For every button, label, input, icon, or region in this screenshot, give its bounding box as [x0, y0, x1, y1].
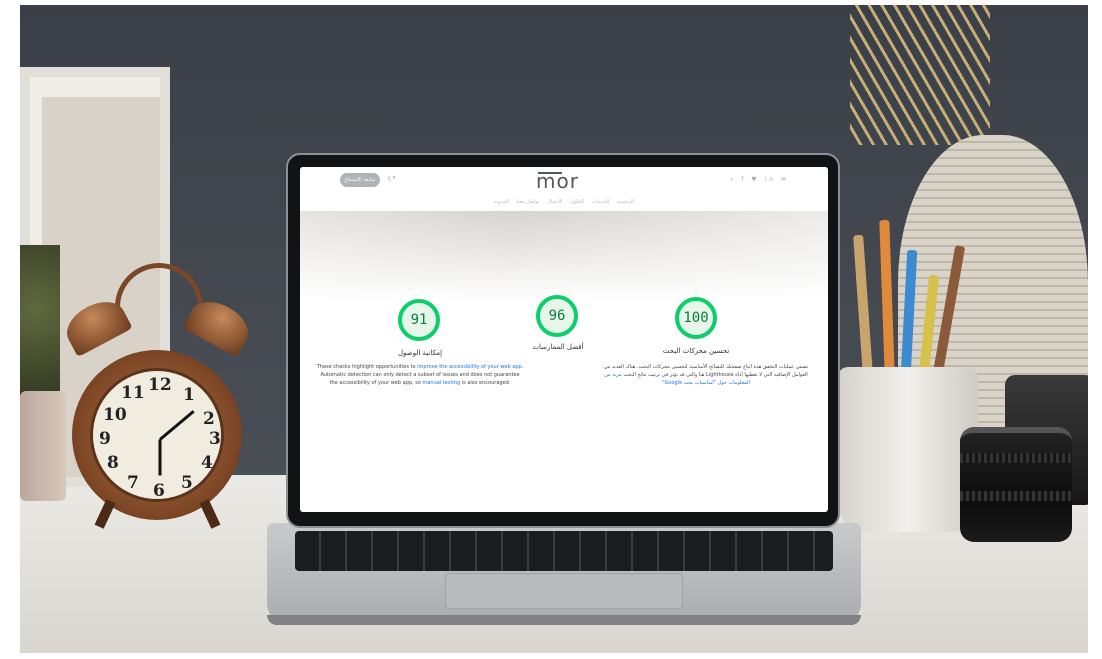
manual-testing-link[interactable]: manual testing: [423, 380, 461, 386]
main-nav: الرئيسية الخدمات الحلول الأعمال تواصل مع…: [300, 199, 828, 205]
plant-pot: [20, 391, 66, 501]
laptop-base: [267, 523, 861, 625]
dried-grass: [850, 5, 990, 145]
background-photo: 12 1 2 3 4 5 6 7 8 9 10 11 متابعة الاستم…: [20, 5, 1088, 653]
accessibility-score-gauge[interactable]: 91: [398, 299, 440, 341]
alarm-clock: 12 1 2 3 4 5 6 7 8 9 10 11: [72, 350, 242, 520]
site-logo[interactable]: mor: [536, 169, 579, 193]
camera-lens: [960, 427, 1072, 542]
pencil-cup: [838, 367, 978, 532]
social-icons[interactable]: ⌕ f ♥ in ✉: [730, 176, 789, 184]
accessibility-link[interactable]: improve the accessibility of your web ap…: [417, 364, 522, 370]
nav-item[interactable]: تواصل معنا: [516, 199, 539, 205]
accessibility-label: إمكانية الوصول: [397, 349, 443, 357]
laptop-screen: متابعة الاستماع ع ▾ mor ⌕ f ♥ in ✉ الرئي…: [300, 167, 828, 512]
clock-face: 12 1 2 3 4 5 6 7 8 9 10 11: [90, 368, 224, 502]
accessibility-description: These checks highlight opportunities to …: [316, 364, 524, 386]
laptop-keyboard: [295, 531, 833, 571]
hero-banner: [300, 211, 828, 301]
nav-item[interactable]: الرئيسية: [617, 199, 634, 205]
cactus-plant: [20, 245, 60, 405]
hero-title: هنا الإعجاب والعجب: [506, 263, 622, 279]
site-header: متابعة الاستماع ع ▾ mor ⌕ f ♥ in ✉: [300, 167, 828, 197]
laptop-lid: متابعة الاستماع ع ▾ mor ⌕ f ♥ in ✉ الرئي…: [286, 153, 840, 528]
laptop-trackpad: [445, 573, 683, 609]
best-practices-score-gauge[interactable]: 96: [536, 295, 578, 337]
photo-frame: 12 1 2 3 4 5 6 7 8 9 10 11 متابعة الاستم…: [0, 0, 1102, 659]
nav-item[interactable]: الحلول: [570, 199, 584, 205]
nav-item[interactable]: الأعمال: [547, 199, 562, 205]
seo-description: تضمن عمليات التحقق هذه اتباع صفحتك للنصا…: [603, 364, 809, 386]
seo-label: تحسين محركات البحث: [662, 347, 730, 355]
cta-button[interactable]: متابعة الاستماع: [340, 173, 380, 187]
language-selector[interactable]: ع ▾: [388, 175, 395, 181]
best-practices-label: أفضل الممارسات: [532, 343, 584, 351]
nav-item[interactable]: الخدمات: [592, 199, 610, 205]
nav-item[interactable]: المدونة: [494, 199, 509, 205]
seo-score-gauge[interactable]: 100: [675, 297, 717, 339]
